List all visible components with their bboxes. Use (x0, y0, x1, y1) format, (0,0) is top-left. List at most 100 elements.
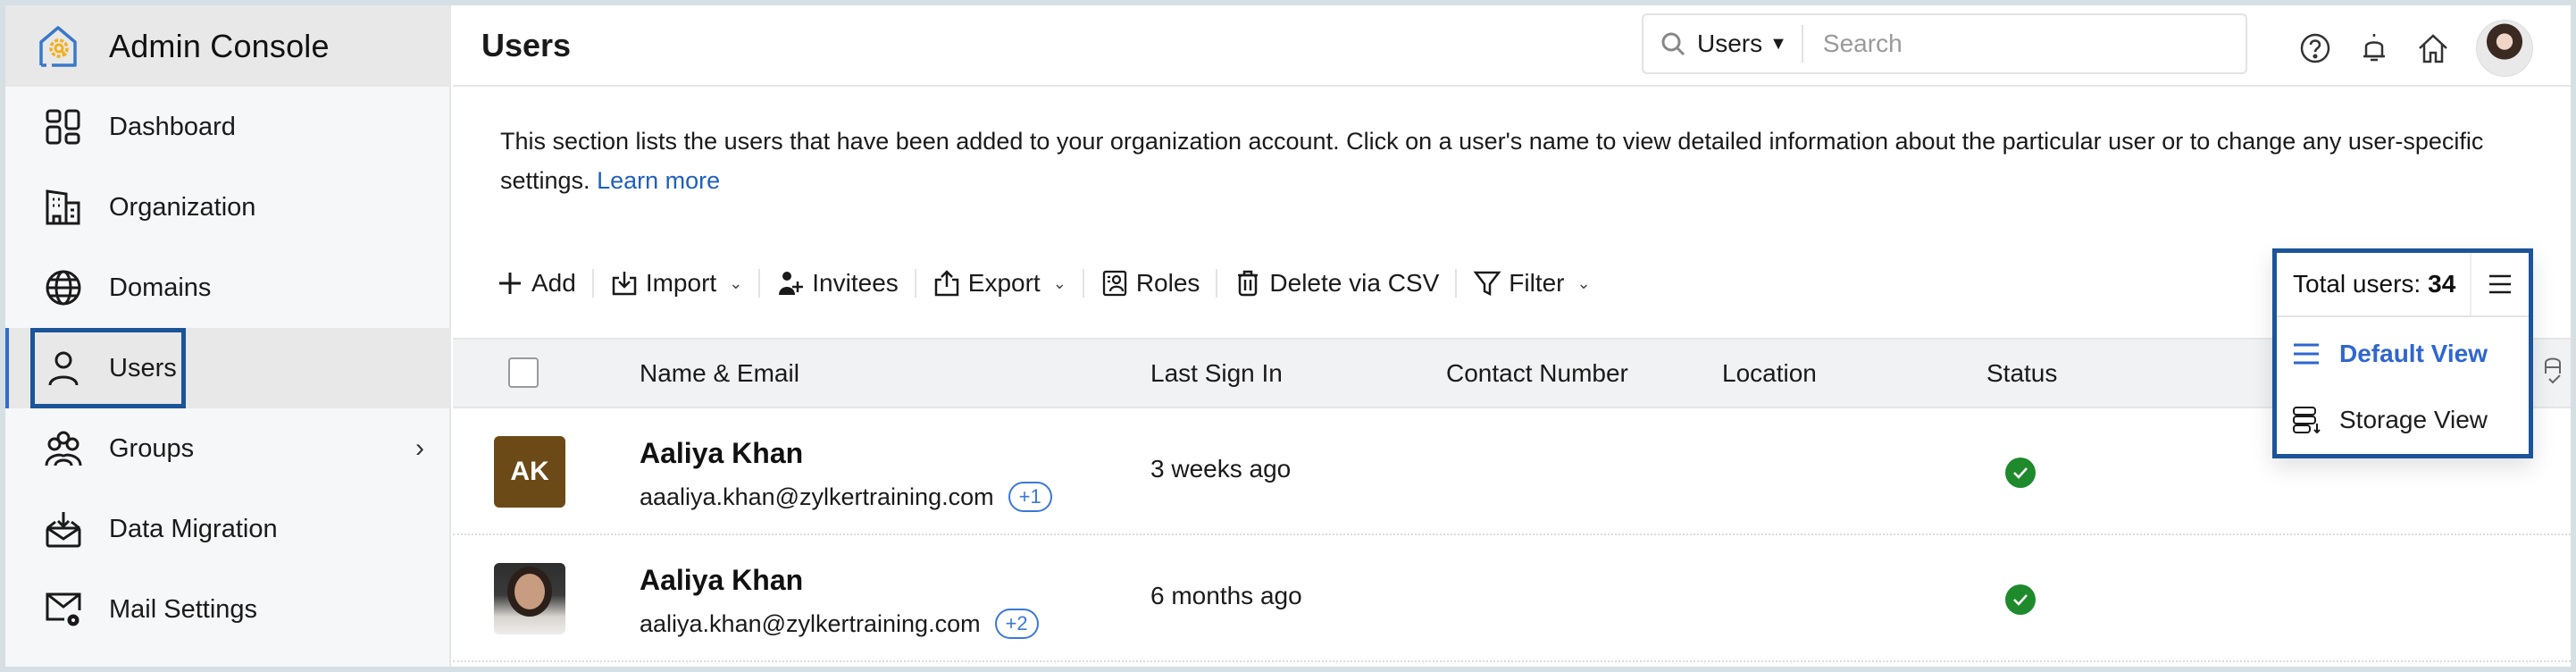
storage-view-label: Storage View (2339, 406, 2488, 433)
import-icon (612, 272, 637, 296)
email-text: aaaliya.khan@zylkertraining.com (640, 483, 994, 510)
groups-icon (45, 430, 82, 467)
status-active-icon (2005, 584, 2036, 615)
export-label: Export (967, 269, 1041, 297)
last-sign-in: 6 months ago (1150, 582, 1302, 609)
mail-gear-icon (45, 591, 82, 628)
chevron-down-icon: ⌄ (1052, 273, 1066, 292)
users-toolbar: Add Import ⌄ Invitees Export ⌄ Roles Del… (480, 263, 1607, 304)
trash-icon (1238, 270, 1259, 297)
mail-download-icon (45, 510, 82, 548)
sidebar-item-label: Dashboard (109, 112, 236, 141)
description-text: This section lists the users that have b… (500, 128, 2484, 194)
column-header-name-email[interactable]: Name & Email (640, 359, 799, 388)
brand-header[interactable]: Admin Console (5, 5, 449, 87)
column-header-last-sign-in[interactable]: Last Sign In (1150, 359, 1283, 388)
page-description: This section lists the users that have b… (500, 122, 2546, 200)
caret-down-icon: ▼ (1769, 33, 1787, 54)
add-label: Add (531, 269, 576, 297)
table-row[interactable]: Aaliya Khan aaliya.khan@zylkertraining.c… (453, 535, 2571, 662)
admin-console-window: Admin Console Dashboard Organization Dom… (5, 5, 2571, 667)
dashboard-icon (45, 108, 82, 146)
admin-console-logo-icon (39, 25, 77, 67)
users-table-header: Name & Email Last Sign In Contact Number… (453, 338, 2571, 408)
sidebar: Admin Console Dashboard Organization Dom… (5, 5, 451, 667)
filter-button[interactable]: Filter ⌄ (1457, 269, 1606, 298)
import-button[interactable]: Import ⌄ (594, 269, 758, 298)
view-menu-button[interactable] (2471, 271, 2529, 298)
header-icons (2296, 20, 2533, 77)
storage-view-icon (2293, 407, 2321, 434)
delete-via-csv-button[interactable]: Delete via CSV (1217, 269, 1455, 298)
status-active-icon (2005, 458, 2036, 488)
sidebar-item-data-migration[interactable]: Data Migration (5, 489, 449, 569)
sidebar-nav: Dashboard Organization Domains Users Gro… (5, 87, 449, 650)
export-icon (934, 270, 959, 297)
last-sign-in: 3 weeks ago (1150, 455, 1292, 483)
column-header-location[interactable]: Location (1722, 359, 1817, 388)
user-email: aaliya.khan@zylkertraining.com +2 (640, 609, 1039, 639)
learn-more-link[interactable]: Learn more (597, 167, 720, 194)
plus-icon (499, 273, 521, 294)
chevron-down-icon: ⌄ (729, 273, 743, 292)
export-button[interactable]: Export ⌄ (916, 269, 1083, 298)
bell-icon[interactable] (2354, 29, 2394, 68)
sidebar-item-label: Data Migration (109, 514, 278, 543)
storage-view-option[interactable]: Storage View (2277, 387, 2529, 453)
select-all-checkbox[interactable] (508, 357, 539, 388)
sidebar-item-label: Domains (109, 273, 212, 302)
add-user-button[interactable]: Add (480, 269, 592, 298)
sidebar-item-users[interactable]: Users (5, 328, 449, 408)
extra-emails-badge[interactable]: +1 (1008, 482, 1052, 512)
avatar-initials: AK (510, 457, 549, 486)
total-users-count: 34 (2428, 270, 2456, 298)
user-name-link[interactable]: Aaliya Khan (640, 437, 803, 470)
avatar[interactable] (494, 563, 565, 634)
user-name-link[interactable]: Aaliya Khan (640, 564, 803, 597)
search-box: Users ▼ (1642, 13, 2247, 74)
default-view-option[interactable]: Default View (2277, 321, 2529, 387)
home-icon[interactable] (2413, 29, 2453, 68)
search-input[interactable] (1822, 29, 2180, 58)
delete-csv-label: Delete via CSV (1269, 269, 1440, 297)
top-bar: Users Users ▼ (453, 5, 2571, 87)
main-content: Users Users ▼ Search This section lists … (453, 5, 2571, 667)
user-email: aaaliya.khan@zylkertraining.com +1 (640, 482, 1052, 512)
table-row[interactable]: AK Aaliya Khan aaaliya.khan@zylkertraini… (453, 408, 2571, 535)
sidebar-item-label: Users (109, 353, 177, 382)
invitees-icon (779, 272, 804, 295)
sidebar-item-dashboard[interactable]: Dashboard (5, 87, 449, 167)
search-scope-label: Users (1697, 29, 1763, 57)
sidebar-item-label: Organization (109, 192, 256, 222)
default-view-label: Default View (2339, 340, 2488, 367)
email-text: aaliya.khan@zylkertraining.com (640, 609, 981, 637)
view-panel-header: Total users: 34 (2277, 253, 2529, 317)
extra-emails-badge[interactable]: +2 (994, 609, 1039, 639)
total-users: Total users: 34 (2277, 253, 2471, 315)
search-scope-dropdown[interactable]: Users ▼ (1697, 29, 1787, 58)
column-header-status[interactable]: Status (1986, 359, 2057, 388)
column-settings-icon[interactable] (2542, 356, 2565, 388)
roles-button[interactable]: Roles (1084, 269, 1217, 298)
filter-label: Filter (1509, 269, 1565, 297)
sidebar-item-groups[interactable]: Groups › (5, 408, 449, 489)
sidebar-item-organization[interactable]: Organization (5, 167, 449, 248)
invitees-button[interactable]: Invitees (760, 269, 915, 298)
profile-avatar[interactable] (2476, 20, 2533, 77)
list-view-icon (2294, 343, 2319, 365)
sidebar-item-mail-settings[interactable]: Mail Settings (5, 569, 449, 650)
chevron-right-icon: › (415, 433, 424, 463)
search-icon (1661, 32, 1685, 56)
help-icon[interactable] (2296, 29, 2335, 68)
globe-icon (45, 269, 82, 307)
chevron-down-icon: ⌄ (1577, 273, 1591, 292)
import-label: Import (645, 269, 717, 297)
roles-label: Roles (1135, 269, 1200, 297)
avatar[interactable]: AK (494, 436, 565, 508)
column-header-contact-number[interactable]: Contact Number (1446, 359, 1628, 388)
invitees-label: Invitees (812, 269, 899, 297)
building-icon (45, 189, 82, 226)
sidebar-item-domains[interactable]: Domains (5, 248, 449, 328)
filter-icon (1473, 271, 1501, 297)
page-title: Users (481, 27, 572, 63)
